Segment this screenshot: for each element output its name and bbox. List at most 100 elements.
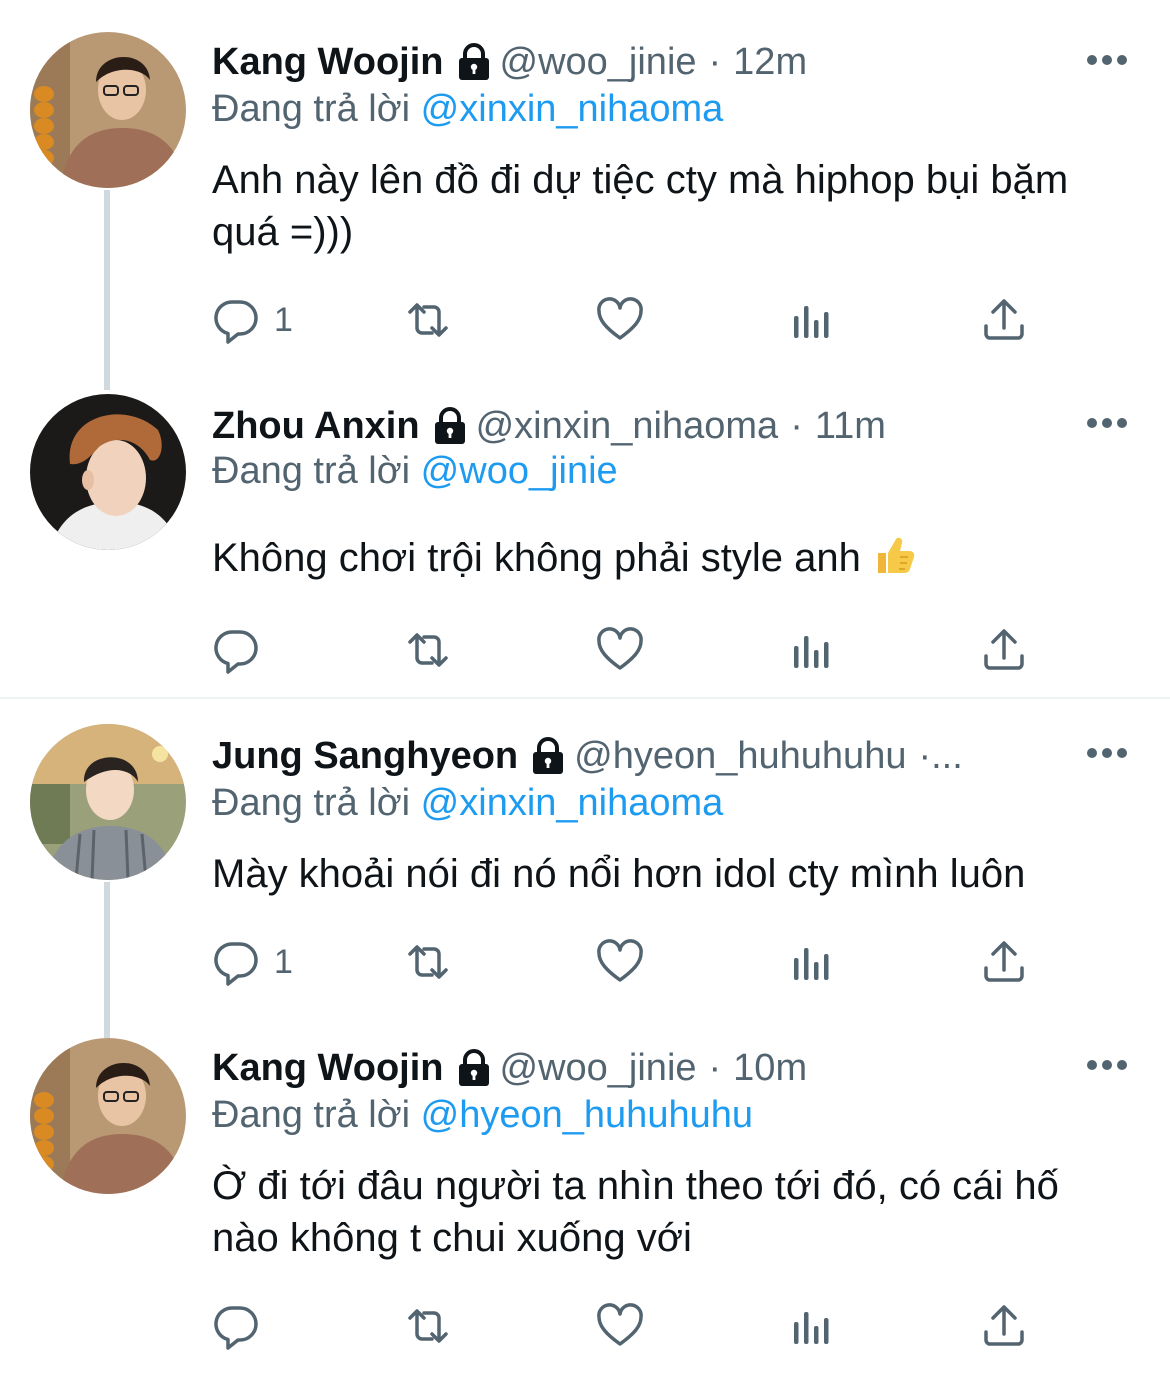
share-button[interactable] (980, 1302, 1028, 1350)
reply-icon (212, 938, 260, 986)
tweet-text: Mày khoải nói đi nó nổi hơn idol cty mìn… (212, 852, 1026, 896)
reply-icon (212, 296, 260, 344)
more-icon[interactable] (1086, 745, 1128, 761)
thread-connector-line (104, 882, 110, 1038)
profile-photo-icon (30, 32, 186, 188)
like-icon (596, 938, 644, 986)
user-handle[interactable]: @woo_jinie (500, 1047, 697, 1090)
more-icon[interactable] (1086, 52, 1128, 68)
views-button[interactable] (788, 1302, 836, 1350)
conversation-divider (0, 697, 1170, 699)
separator: · (708, 1046, 722, 1089)
replying-to: Đang trả lời @woo_jinie (212, 450, 618, 493)
tweet-3[interactable]: Jung Sanghyeon @hyeon_huhuhuhu ·... Đang… (0, 700, 1170, 1038)
share-button[interactable] (980, 938, 1028, 986)
like-button[interactable] (596, 296, 644, 344)
share-button[interactable] (980, 296, 1028, 344)
replying-prefix: Đang trả lời (212, 88, 411, 130)
separator: · (708, 40, 722, 83)
tweet-2[interactable]: Zhou Anxin @xinxin_nihaoma · 11m Đang tr… (0, 390, 1170, 696)
views-icon (788, 938, 836, 986)
timestamp[interactable]: 12m (733, 41, 807, 84)
user-handle[interactable]: @woo_jinie (500, 41, 697, 84)
mention-link[interactable]: @xinxin_nihaoma (421, 88, 724, 130)
separator: · (790, 404, 803, 447)
lock-icon (432, 407, 468, 445)
profile-photo-icon (30, 394, 186, 550)
replying-prefix: Đang trả lời (212, 1094, 411, 1136)
tweet-actions: 1 (212, 938, 1052, 986)
retweet-icon (404, 296, 452, 344)
views-icon (788, 626, 836, 674)
tweet-header: Kang Woojin @woo_jinie · 10m (212, 1040, 807, 1096)
views-icon (788, 296, 836, 344)
display-name[interactable]: Kang Woojin (212, 1047, 444, 1090)
tweet-text-container: Không chơi trội không phải style anh (212, 532, 1132, 584)
reply-icon (212, 1302, 260, 1350)
display-name[interactable]: Kang Woojin (212, 41, 444, 84)
views-button[interactable] (788, 626, 836, 674)
avatar[interactable] (30, 394, 186, 550)
separator: ·... (918, 734, 963, 777)
user-handle[interactable]: @xinxin_nihaoma (476, 405, 779, 448)
retweet-icon (404, 938, 452, 986)
reply-count: 1 (274, 300, 293, 339)
share-icon (980, 938, 1028, 986)
tweet-header: Zhou Anxin @xinxin_nihaoma · 11m (212, 398, 886, 454)
lock-icon (530, 737, 566, 775)
like-button[interactable] (596, 938, 644, 986)
share-button[interactable] (980, 626, 1028, 674)
display-name[interactable]: Zhou Anxin (212, 405, 420, 448)
share-icon (980, 1302, 1028, 1350)
profile-photo-icon (30, 1038, 186, 1194)
retweet-icon (404, 1302, 452, 1350)
replying-to: Đang trả lời @hyeon_huhuhuhu (212, 1094, 753, 1137)
more-icon[interactable] (1086, 415, 1128, 431)
thread-connector-line (104, 190, 110, 390)
mention-link[interactable]: @hyeon_huhuhuhu (421, 1094, 753, 1136)
reply-button[interactable] (212, 626, 274, 674)
more-icon[interactable] (1086, 1057, 1128, 1073)
replying-prefix: Đang trả lời (212, 782, 411, 824)
user-handle[interactable]: @hyeon_huhuhuhu (574, 735, 906, 778)
share-icon (980, 626, 1028, 674)
reply-button[interactable] (212, 1302, 274, 1350)
avatar[interactable] (30, 1038, 186, 1194)
retweet-button[interactable] (404, 626, 452, 674)
timestamp[interactable]: 10m (733, 1047, 807, 1090)
avatar[interactable] (30, 724, 186, 880)
tweet-4[interactable]: Kang Woojin @woo_jinie · 10m Đang trả lờ… (0, 1030, 1170, 1385)
retweet-icon (404, 626, 452, 674)
views-icon (788, 1302, 836, 1350)
avatar[interactable] (30, 32, 186, 188)
retweet-button[interactable] (404, 1302, 452, 1350)
reply-button[interactable]: 1 (212, 296, 293, 344)
tweet-actions: 1 (212, 296, 1052, 344)
tweet-actions (212, 626, 1052, 674)
tweet-header: Kang Woojin @woo_jinie · 12m (212, 34, 807, 90)
replying-to: Đang trả lời @xinxin_nihaoma (212, 88, 723, 131)
share-icon (980, 296, 1028, 344)
reply-button[interactable]: 1 (212, 938, 293, 986)
lock-icon (456, 1049, 492, 1087)
tweet-header: Jung Sanghyeon @hyeon_huhuhuhu ·... (212, 728, 975, 784)
tweet-text: Anh này lên đồ đi dự tiệc cty mà hiphop … (212, 158, 1069, 254)
like-icon (596, 296, 644, 344)
replying-to: Đang trả lời @xinxin_nihaoma (212, 782, 723, 825)
timestamp[interactable]: 11m (815, 405, 886, 448)
like-button[interactable] (596, 626, 644, 674)
like-icon (596, 626, 644, 674)
views-button[interactable] (788, 938, 836, 986)
retweet-button[interactable] (404, 938, 452, 986)
display-name[interactable]: Jung Sanghyeon (212, 735, 518, 778)
reply-count: 1 (274, 942, 293, 981)
mention-link[interactable]: @xinxin_nihaoma (421, 782, 724, 824)
tweet-text: Ờ đi tới đâu người ta nhìn theo tới đó, … (212, 1164, 1059, 1260)
mention-link[interactable]: @woo_jinie (421, 450, 618, 492)
retweet-button[interactable] (404, 296, 452, 344)
replying-prefix: Đang trả lời (212, 450, 411, 492)
thumbs-up-emoji-icon (872, 533, 916, 577)
like-button[interactable] (596, 1302, 644, 1350)
views-button[interactable] (788, 296, 836, 344)
tweet-1[interactable]: Kang Woojin @woo_jinie · 12m Đang trả lờ… (0, 0, 1170, 390)
